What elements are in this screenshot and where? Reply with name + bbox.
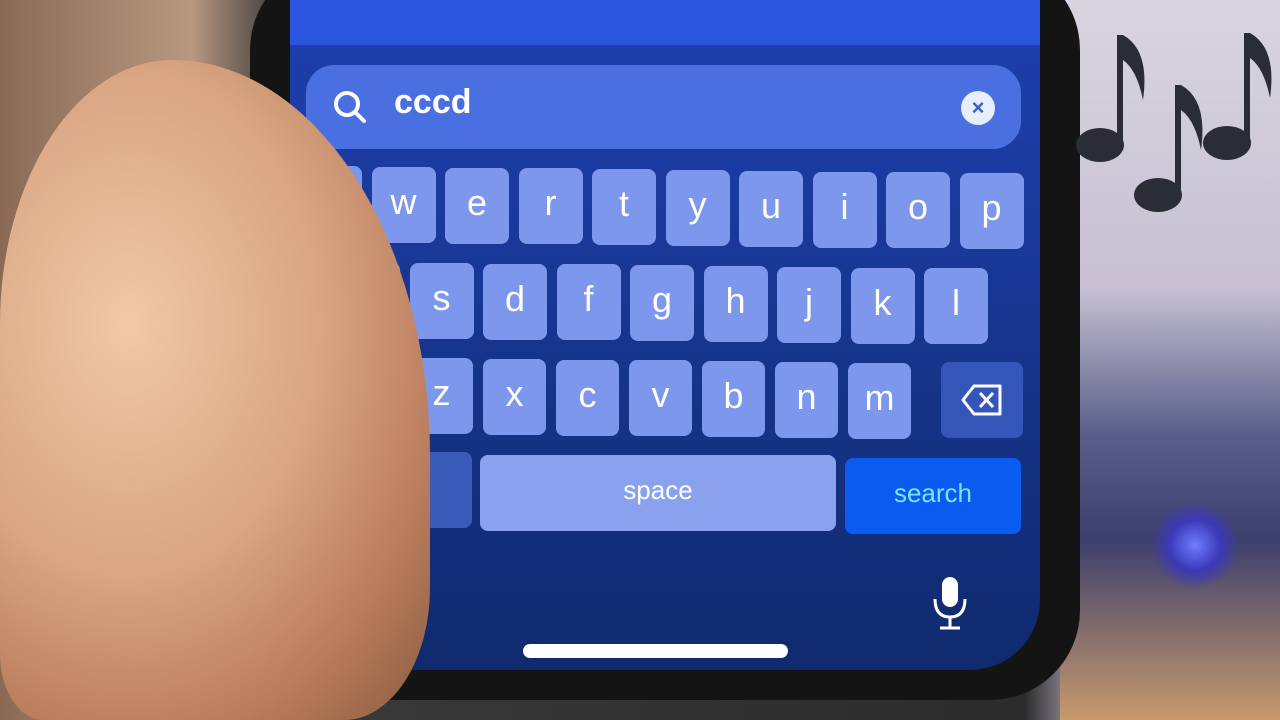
key-n[interactable]: n <box>775 362 838 438</box>
key-s[interactable]: s <box>409 262 474 339</box>
key-b[interactable]: b <box>702 361 765 438</box>
key-d[interactable]: d <box>483 263 547 340</box>
key-r[interactable]: r <box>518 168 583 245</box>
top-band <box>290 0 1040 45</box>
search-input[interactable]: cccd <box>394 83 472 122</box>
key-p[interactable]: p <box>959 173 1024 250</box>
search-icon <box>334 91 366 123</box>
key-o[interactable]: o <box>886 172 950 249</box>
key-h[interactable]: h <box>703 266 768 342</box>
close-icon: × <box>971 95 985 120</box>
key-g[interactable]: g <box>630 265 694 342</box>
background-blue-light <box>1150 500 1240 590</box>
search-key[interactable]: search <box>845 458 1021 534</box>
space-key[interactable]: space <box>480 455 836 531</box>
key-j[interactable]: j <box>777 266 841 343</box>
key-y[interactable]: y <box>665 170 730 246</box>
key-i[interactable]: i <box>812 171 877 248</box>
key-e[interactable]: e <box>445 167 509 244</box>
key-t[interactable]: t <box>592 169 656 246</box>
key-l[interactable]: l <box>924 268 988 345</box>
key-c[interactable]: c <box>556 359 619 436</box>
search-bar[interactable]: cccd <box>306 65 1021 149</box>
key-m[interactable]: m <box>848 362 911 439</box>
key-v[interactable]: v <box>629 360 692 437</box>
backspace-icon <box>961 384 1002 416</box>
microphone-icon <box>933 577 967 630</box>
key-k[interactable]: k <box>850 267 915 344</box>
clear-search-button[interactable]: × <box>961 91 995 125</box>
key-u[interactable]: u <box>739 170 803 247</box>
music-notes-icon <box>1076 33 1272 212</box>
key-x[interactable]: x <box>483 358 546 435</box>
home-indicator[interactable] <box>523 644 788 658</box>
key-f[interactable]: f <box>556 264 621 341</box>
backspace-key[interactable] <box>941 362 1023 438</box>
dictation-button[interactable] <box>930 575 970 631</box>
